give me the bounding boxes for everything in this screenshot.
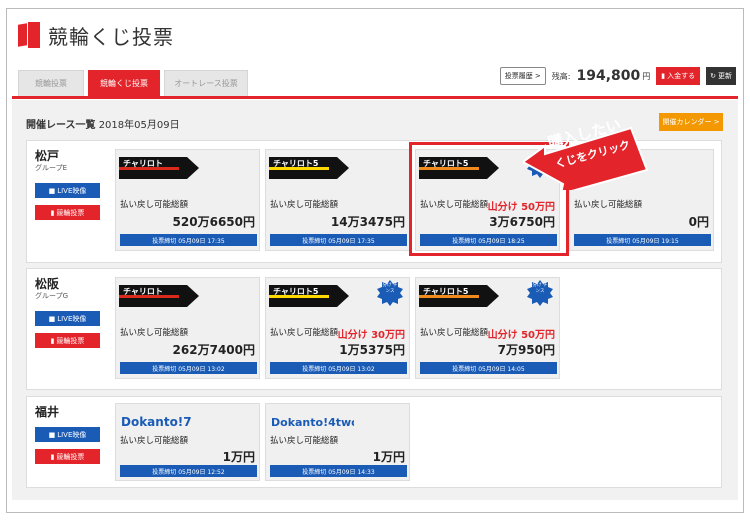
video-camera-icon: ■ — [48, 314, 56, 323]
ticket-icon: ▮ — [50, 336, 55, 345]
payout-label: 払い戻し可能総額 — [120, 436, 189, 446]
venue-group: グループE — [35, 164, 68, 172]
update-label: 更新 — [718, 72, 732, 80]
page-header: 競輪くじ投票 — [18, 20, 174, 50]
race-list-title: 開催レース一覧 2018年05月09日 — [26, 116, 180, 131]
logo-text: チャリロト5 — [273, 287, 319, 296]
bet-label: 競輪投票 — [56, 452, 85, 461]
ticket-icon — [18, 22, 40, 48]
deadline-bar: 投票締切 05月09日 13:02 — [270, 362, 407, 374]
tab-bar: 競輪投票 競輪くじ投票 オートレース投票 — [18, 70, 248, 97]
chari-loto5-logo: チャリロト5 — [419, 285, 499, 307]
balance-unit: 円 — [642, 71, 651, 81]
deadline-bar: 投票締切 05月09日 17:35 — [270, 234, 407, 246]
live-label: LIVE映像 — [57, 430, 87, 439]
badge-label: 山分け チャンス — [528, 283, 552, 294]
badge-label: 山分け チャンス — [378, 283, 402, 294]
deposit-label: 入金する — [667, 72, 696, 80]
refresh-icon: ↻ — [710, 72, 716, 80]
payout-label: 払い戻し可能総額 — [420, 328, 489, 338]
carryover-amount: 山分け 50万円 — [487, 330, 555, 341]
payout-amount: 0円 — [688, 215, 709, 229]
deadline-bar: 投票締切 05月09日 12:52 — [120, 465, 257, 477]
logo-text: チャリロト5 — [273, 159, 319, 168]
chari-loto5-logo: チャリロト5 — [269, 285, 349, 307]
calendar-button[interactable]: 開催カレンダー > — [659, 113, 723, 131]
ticket-icon: ▮ — [50, 208, 55, 217]
venue-name: 松阪 — [35, 277, 60, 291]
venue-matsusaka: 松阪 グループG ■ LIVE映像 ▮ 競輪投票 チャリロト 払い戻し可能総額 26… — [26, 268, 722, 390]
deposit-icon: ▮ — [661, 72, 666, 80]
payout-amount: 520万6650円 — [172, 215, 255, 229]
logo-text: チャリロト — [123, 287, 163, 296]
deadline-bar: 投票締切 05月09日 14:05 — [420, 362, 557, 374]
live-label: LIVE映像 — [57, 314, 87, 323]
carryover-amount: 山分け 30万円 — [337, 330, 405, 341]
venue-name: 松戸 — [35, 149, 60, 163]
payout-amount: 1万円 — [372, 450, 405, 464]
logo-text: チャリロト — [123, 159, 163, 168]
lottery-card[interactable]: チャリロト 払い戻し可能総額 520万6650円 投票締切 05月09日 17:… — [115, 149, 260, 251]
live-video-button[interactable]: ■ LIVE映像 — [35, 311, 100, 326]
chari-loto-logo: チャリロト — [119, 157, 199, 179]
payout-amount: 262万7400円 — [172, 343, 255, 357]
video-camera-icon: ■ — [48, 186, 56, 195]
deadline-bar: 投票締切 05月09日 17:35 — [120, 234, 257, 246]
lottery-card[interactable]: チャリロト5 払い戻し可能総額 14万3475円 投票締切 05月09日 17:… — [265, 149, 410, 251]
logo-text: チャリロト5 — [423, 287, 469, 296]
keirin-bet-button[interactable]: ▮ 競輪投票 — [35, 205, 100, 220]
bet-label: 競輪投票 — [56, 208, 85, 217]
payout-label: 払い戻し可能総額 — [270, 200, 339, 210]
page-title: 競輪くじ投票 — [48, 24, 174, 49]
payout-label: 払い戻し可能総額 — [270, 436, 339, 446]
lottery-card[interactable]: チャリロト 払い戻し可能総額 262万7400円 投票締切 05月09日 13:… — [115, 277, 260, 379]
balance-label: 残高: — [551, 71, 571, 81]
ticket-icon: ▮ — [50, 452, 55, 461]
logo-text: Dokanto!7 — [121, 415, 192, 429]
update-button[interactable]: ↻ 更新 — [706, 67, 736, 85]
tab-keirin-vote[interactable]: 競輪投票 — [18, 70, 84, 97]
tab-keirin-kuji[interactable]: 競輪くじ投票 — [88, 70, 160, 97]
payout-label: 払い戻し可能総額 — [270, 328, 339, 338]
race-list-heading: 開催レース一覧 — [26, 120, 96, 131]
payout-label: 払い戻し可能総額 — [120, 328, 189, 338]
bet-label: 競輪投票 — [56, 336, 85, 345]
chari-loto-logo: チャリロト — [119, 285, 199, 307]
balance-area: 投票履歴 > 残高: 194,800 円 ▮ 入金する ↻ 更新 — [499, 67, 736, 85]
tab-autorace[interactable]: オートレース投票 — [164, 70, 248, 97]
payout-amount: 1万5375円 — [339, 343, 405, 357]
keirin-bet-button[interactable]: ▮ 競輪投票 — [35, 449, 100, 464]
deadline-bar: 投票締切 05月09日 14:33 — [270, 465, 407, 477]
payout-amount: 7万950円 — [497, 343, 555, 357]
balance-amount: 194,800 — [576, 68, 641, 84]
deadline-bar: 投票締切 05月09日 13:02 — [120, 362, 257, 374]
payout-label: 払い戻し可能総額 — [120, 200, 189, 210]
deposit-button[interactable]: ▮ 入金する — [656, 67, 701, 85]
history-button[interactable]: 投票履歴 > — [499, 67, 546, 85]
venue-fukui: 福井 ■ LIVE映像 ▮ 競輪投票 Dokanto!7 払い戻し可能総額 1万円 … — [26, 396, 722, 488]
logo-text: Dokanto!4two — [271, 416, 354, 429]
venue-group: グループG — [35, 292, 69, 300]
payout-amount: 1万円 — [222, 450, 255, 464]
header-divider — [12, 96, 738, 99]
payout-amount: 14万3475円 — [330, 215, 405, 229]
live-label: LIVE映像 — [57, 186, 87, 195]
lottery-card[interactable]: Dokanto!4two 払い戻し可能総額 1万円 投票締切 05月09日 14… — [265, 403, 410, 481]
dokanto4two-logo: Dokanto!4two — [271, 416, 354, 429]
chari-loto5-logo: チャリロト5 — [269, 157, 349, 179]
live-video-button[interactable]: ■ LIVE映像 — [35, 183, 100, 198]
live-video-button[interactable]: ■ LIVE映像 — [35, 427, 100, 442]
keirin-bet-button[interactable]: ▮ 競輪投票 — [35, 333, 100, 348]
deadline-bar: 投票締切 05月09日 19:15 — [574, 234, 711, 246]
lottery-card[interactable]: Dokanto!7 払い戻し可能総額 1万円 投票締切 05月09日 12:52 — [115, 403, 260, 481]
video-camera-icon: ■ — [48, 430, 56, 439]
lottery-card[interactable]: チャリロト5 山分け チャンス 山分け 30万円 払い戻し可能総額 1万5375… — [265, 277, 410, 379]
lottery-card[interactable]: チャリロト5 山分け チャンス 山分け 50万円 払い戻し可能総額 7万950円… — [415, 277, 560, 379]
dokanto7-logo: Dokanto!7 — [121, 415, 192, 429]
payout-label: 払い戻し可能総額 — [574, 200, 643, 210]
race-list-date: 2018年05月09日 — [98, 120, 180, 131]
venue-name: 福井 — [35, 405, 60, 419]
